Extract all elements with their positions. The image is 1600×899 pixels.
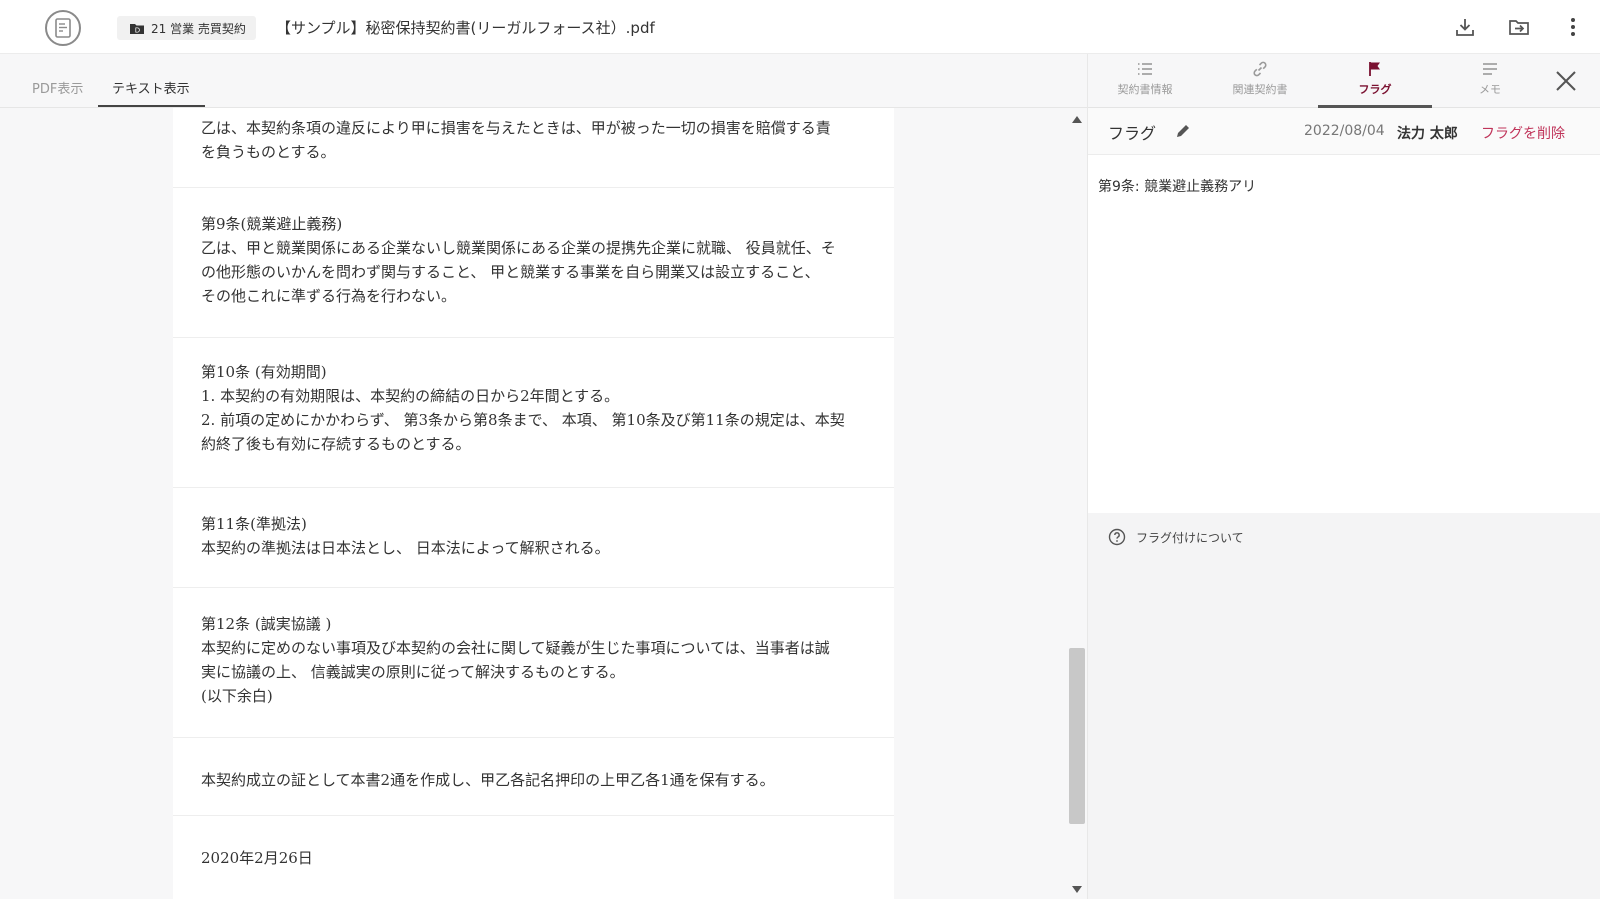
top-bar: D 21 営業 売買契約 【サンプル】秘密保持契約書(リーガルフォース社）.pd… <box>0 0 1600 54</box>
clause-paragraph: 第12条 (誠実協議 ) 本契約に定めのない事項及び本契約の会社に関して疑義が生… <box>173 588 894 738</box>
list-icon <box>1138 63 1152 75</box>
side-panel: 契約書情報 関連契約書 フラグ メモ フラグ 2022/08/04 法力 太郎 … <box>1087 54 1600 899</box>
kebab-menu-icon <box>1571 18 1575 36</box>
clause-paragraph: 第11条(準拠法) 本契約の準拠法は日本法とし、 日本法によって解釈される。 <box>173 488 894 588</box>
scroll-down-arrow-icon[interactable] <box>1072 886 1082 893</box>
close-icon <box>1556 71 1576 91</box>
document-page: 乙は、本契約条項の違反により甲に損害を与えたときは、甲が被った一切の損害を賠償す… <box>173 108 894 899</box>
tab-pdf-view[interactable]: PDF表示 <box>32 78 83 97</box>
document-app-logo-icon[interactable] <box>45 10 81 46</box>
download-icon <box>1456 19 1474 36</box>
memo-icon <box>1483 63 1497 75</box>
edit-flag-button[interactable] <box>1174 122 1192 140</box>
clause-paragraph: 乙は、本契約条項の違反により甲に損害を与えたときは、甲が被った一切の損害を賠償す… <box>173 108 894 188</box>
help-circle-icon <box>1108 528 1126 546</box>
document-title: 【サンプル】秘密保持契約書(リーガルフォース社）.pdf <box>276 19 655 37</box>
flag-help-link[interactable]: フラグ付けについて <box>1108 528 1244 546</box>
tab-flag[interactable]: フラグ <box>1318 60 1432 106</box>
view-mode-tabs: PDF表示 テキスト表示 <box>0 54 1087 108</box>
document-text-area[interactable]: 乙は、本契約条項の違反により甲に損害を与えたときは、甲が被った一切の損害を賠償す… <box>0 108 1073 899</box>
clause-paragraph: 第10条 (有効期間) 1. 本契約の有効期限は、本契約の締結の日から2年間とす… <box>173 338 894 488</box>
flag-title: フラグ <box>1108 124 1157 143</box>
tab-memo[interactable]: メモ <box>1433 60 1547 106</box>
active-tab-indicator <box>98 105 205 107</box>
document-scrollbar[interactable] <box>1066 108 1087 899</box>
svg-text:D: D <box>135 26 140 34</box>
close-panel-button[interactable] <box>1553 68 1579 94</box>
folder-move-icon <box>1509 20 1529 35</box>
flag-author: 法力 太郎 <box>1397 126 1458 142</box>
tab-related-contracts[interactable]: 関連契約書 <box>1203 60 1317 106</box>
flag-note-text: 第9条: 競業避止義務アリ <box>1098 179 1257 195</box>
flag-date: 2022/08/04 <box>1304 123 1385 139</box>
move-to-folder-button[interactable] <box>1506 14 1532 40</box>
scrollbar-thumb[interactable] <box>1069 648 1085 824</box>
contract-date: 2020年2月26日 <box>201 849 313 867</box>
tab-text-view[interactable]: テキスト表示 <box>112 78 190 97</box>
download-button[interactable] <box>1452 14 1478 40</box>
scroll-up-arrow-icon[interactable] <box>1072 116 1082 123</box>
folder-label: 21 営業 売買契約 <box>151 21 246 36</box>
closing-statement: 本契約成立の証として本書2通を作成し、甲乙各記名押印の上甲乙各1通を保有する。 <box>173 738 894 816</box>
delete-flag-link[interactable]: フラグを削除 <box>1481 123 1565 143</box>
side-panel-tabs: 契約書情報 関連契約書 フラグ メモ <box>1088 54 1600 108</box>
tab-contract-info[interactable]: 契約書情報 <box>1088 60 1202 106</box>
more-options-button[interactable] <box>1560 14 1586 40</box>
link-icon <box>1253 61 1267 77</box>
folder-icon: D <box>130 23 144 34</box>
flag-icon <box>1369 62 1380 76</box>
flag-detail-card: フラグ 2022/08/04 法力 太郎 フラグを削除 第9条: 競業避止義務ア… <box>1088 108 1600 513</box>
pencil-icon <box>1177 125 1189 137</box>
folder-breadcrumb[interactable]: D 21 営業 売買契約 <box>117 16 256 40</box>
clause-paragraph: 第9条(競業避止義務) 乙は、甲と競業関係にある企業ないし競業関係にある企業の提… <box>173 188 894 338</box>
flag-header: フラグ 2022/08/04 法力 太郎 フラグを削除 <box>1088 108 1600 155</box>
